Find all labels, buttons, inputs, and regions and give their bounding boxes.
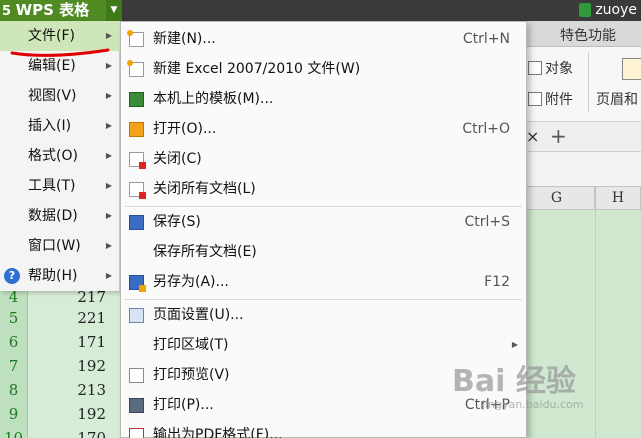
header-footer-button[interactable]: 页眉和 xyxy=(596,89,638,109)
menu-item-label: 插入(I) xyxy=(28,118,72,134)
close-tab-icon[interactable]: × xyxy=(526,127,539,146)
red-underline-annotation xyxy=(10,48,110,57)
menu-item-window[interactable]: 窗口(W) ▶ xyxy=(0,231,120,261)
shortcut-label: Ctrl+O xyxy=(462,121,510,137)
shortcut-label: Ctrl+N xyxy=(462,31,510,47)
menu-item-save-all[interactable]: 保存所有文档(E) xyxy=(121,237,526,267)
menu-item-label: 页面设置(U)... xyxy=(153,307,244,323)
save-as-icon xyxy=(129,275,146,292)
attachment-button[interactable]: 附件 xyxy=(528,89,573,109)
menu-item-label: 打开(O)... xyxy=(153,121,217,137)
menu-item-label: 输出为PDF格式(F)... xyxy=(153,427,283,438)
user-name: zuoye xyxy=(595,2,637,18)
chevron-right-icon: ▶ xyxy=(105,241,112,250)
menu-item-close[interactable]: 关闭(C) xyxy=(121,144,526,174)
title-bar: 5 WPS 表格 ▼ zuoye xyxy=(0,0,641,21)
chevron-right-icon: ▶ xyxy=(105,121,112,130)
object-label: 对象 xyxy=(545,61,573,77)
menu-item-label: 新建 Excel 2007/2010 文件(W) xyxy=(153,61,361,77)
menu-item-local-templates[interactable]: 本机上的模板(M)... xyxy=(121,84,526,114)
menu-item-label: 新建(N)... xyxy=(153,31,216,47)
new-excel-icon xyxy=(127,60,144,77)
add-tab-icon[interactable]: + xyxy=(550,124,567,148)
open-folder-icon xyxy=(129,122,144,137)
column-header-g[interactable]: G xyxy=(518,186,595,210)
menu-item-page-setup[interactable]: 页面设置(U)... xyxy=(121,300,526,330)
menu-item-label: 关闭(C) xyxy=(153,151,202,167)
menu-item-insert[interactable]: 插入(I) ▶ xyxy=(0,111,120,141)
user-account[interactable]: zuoye xyxy=(579,0,637,21)
menu-item-save-as[interactable]: 另存为(A)... F12 xyxy=(121,267,526,297)
menu-item-label: 工具(T) xyxy=(28,178,76,194)
menu-item-save[interactable]: 保存(S) Ctrl+S xyxy=(121,207,526,237)
app-menu-label: WPS 表格 xyxy=(15,1,90,19)
header-footer-label: 页眉和 xyxy=(596,92,638,108)
menu-item-label: 打印(P)... xyxy=(153,397,214,413)
menu-item-label: 文件(F) xyxy=(28,28,75,44)
pdf-icon xyxy=(129,428,144,438)
menu-item-label: 帮助(H) xyxy=(28,268,78,284)
table-row[interactable]: 10 170 xyxy=(0,423,120,438)
menu-item-new[interactable]: 新建(N)... Ctrl+N xyxy=(121,24,526,54)
watermark-brand: Bai 经验 xyxy=(452,364,576,399)
attachment-label: 附件 xyxy=(545,92,573,108)
user-icon xyxy=(579,3,592,17)
help-icon: ? xyxy=(4,268,20,284)
baidu-jingyan-watermark: Bai 经验 jingyan.baidu.com xyxy=(452,356,612,416)
chevron-right-icon: ▶ xyxy=(105,271,112,280)
new-doc-icon xyxy=(127,30,144,47)
object-button[interactable]: 对象 xyxy=(528,58,573,78)
wps-logo-icon: 5 xyxy=(2,4,16,19)
watermark-url: jingyan.baidu.com xyxy=(482,398,584,411)
menu-item-format[interactable]: 格式(O) ▶ xyxy=(0,141,120,171)
menu-item-label: 打印区域(T) xyxy=(153,337,229,353)
menu-item-label: 数据(D) xyxy=(28,208,78,224)
menu-item-close-all[interactable]: 关闭所有文档(L) xyxy=(121,174,526,204)
object-icon xyxy=(528,61,542,75)
menu-item-label: 格式(O) xyxy=(28,148,78,164)
menu-item-label: 本机上的模板(M)... xyxy=(153,91,274,107)
menu-item-data[interactable]: 数据(D) ▶ xyxy=(0,201,120,231)
shortcut-label: F12 xyxy=(484,274,510,290)
tab-special-features[interactable]: 特色功能 xyxy=(560,25,616,45)
print-icon xyxy=(129,398,144,413)
wps-app-menu-button[interactable]: 5 WPS 表格 ▼ xyxy=(0,0,122,21)
close-doc-icon xyxy=(129,152,146,169)
ribbon-divider xyxy=(588,52,589,112)
chevron-right-icon: ▶ xyxy=(105,91,112,100)
chevron-right-icon: ▶ xyxy=(105,181,112,190)
menu-item-label: 编辑(E) xyxy=(28,58,76,74)
page-setup-icon xyxy=(129,308,144,323)
header-footer-icon xyxy=(622,58,641,80)
menu-item-label: 窗口(W) xyxy=(28,238,81,254)
main-menu: 文件(F) ▶ 编辑(E) ▶ 视图(V) ▶ 插入(I) ▶ 格式(O) ▶ 工具(T)… xyxy=(0,21,120,291)
menu-item-help[interactable]: ? 帮助(H) ▶ xyxy=(0,261,120,291)
menu-item-open[interactable]: 打开(O)... Ctrl+O xyxy=(121,114,526,144)
menu-item-label: 另存为(A)... xyxy=(153,274,229,290)
menu-item-new-excel[interactable]: 新建 Excel 2007/2010 文件(W) xyxy=(121,54,526,84)
cell-value[interactable]: 170 xyxy=(28,423,120,438)
ribbon-tab-bar: 特色功能 xyxy=(518,21,641,47)
menu-item-label: 保存(S) xyxy=(153,214,201,230)
close-all-icon xyxy=(129,182,146,199)
row-number[interactable]: 10 xyxy=(0,423,28,438)
chevron-right-icon: ▶ xyxy=(105,211,112,220)
attachment-icon xyxy=(528,92,542,106)
shortcut-label: Ctrl+S xyxy=(464,214,510,230)
document-tab-bar: × + xyxy=(518,122,641,152)
formula-bar-area xyxy=(518,152,641,186)
template-icon xyxy=(129,92,144,107)
save-icon xyxy=(129,215,144,230)
print-preview-icon xyxy=(129,368,144,383)
chevron-down-icon[interactable]: ▼ xyxy=(106,0,122,21)
chevron-right-icon: ▶ xyxy=(105,151,112,160)
column-header-h[interactable]: H xyxy=(595,186,641,210)
menu-item-label: 视图(V) xyxy=(28,88,77,104)
menu-item-export-pdf[interactable]: 输出为PDF格式(F)... xyxy=(121,420,526,438)
menu-item-label: 保存所有文档(E) xyxy=(153,244,257,260)
menu-item-label: 关闭所有文档(L) xyxy=(153,181,256,197)
menu-item-tools[interactable]: 工具(T) ▶ xyxy=(0,171,120,201)
menu-item-label: 打印预览(V) xyxy=(153,367,230,383)
menu-item-view[interactable]: 视图(V) ▶ xyxy=(0,81,120,111)
